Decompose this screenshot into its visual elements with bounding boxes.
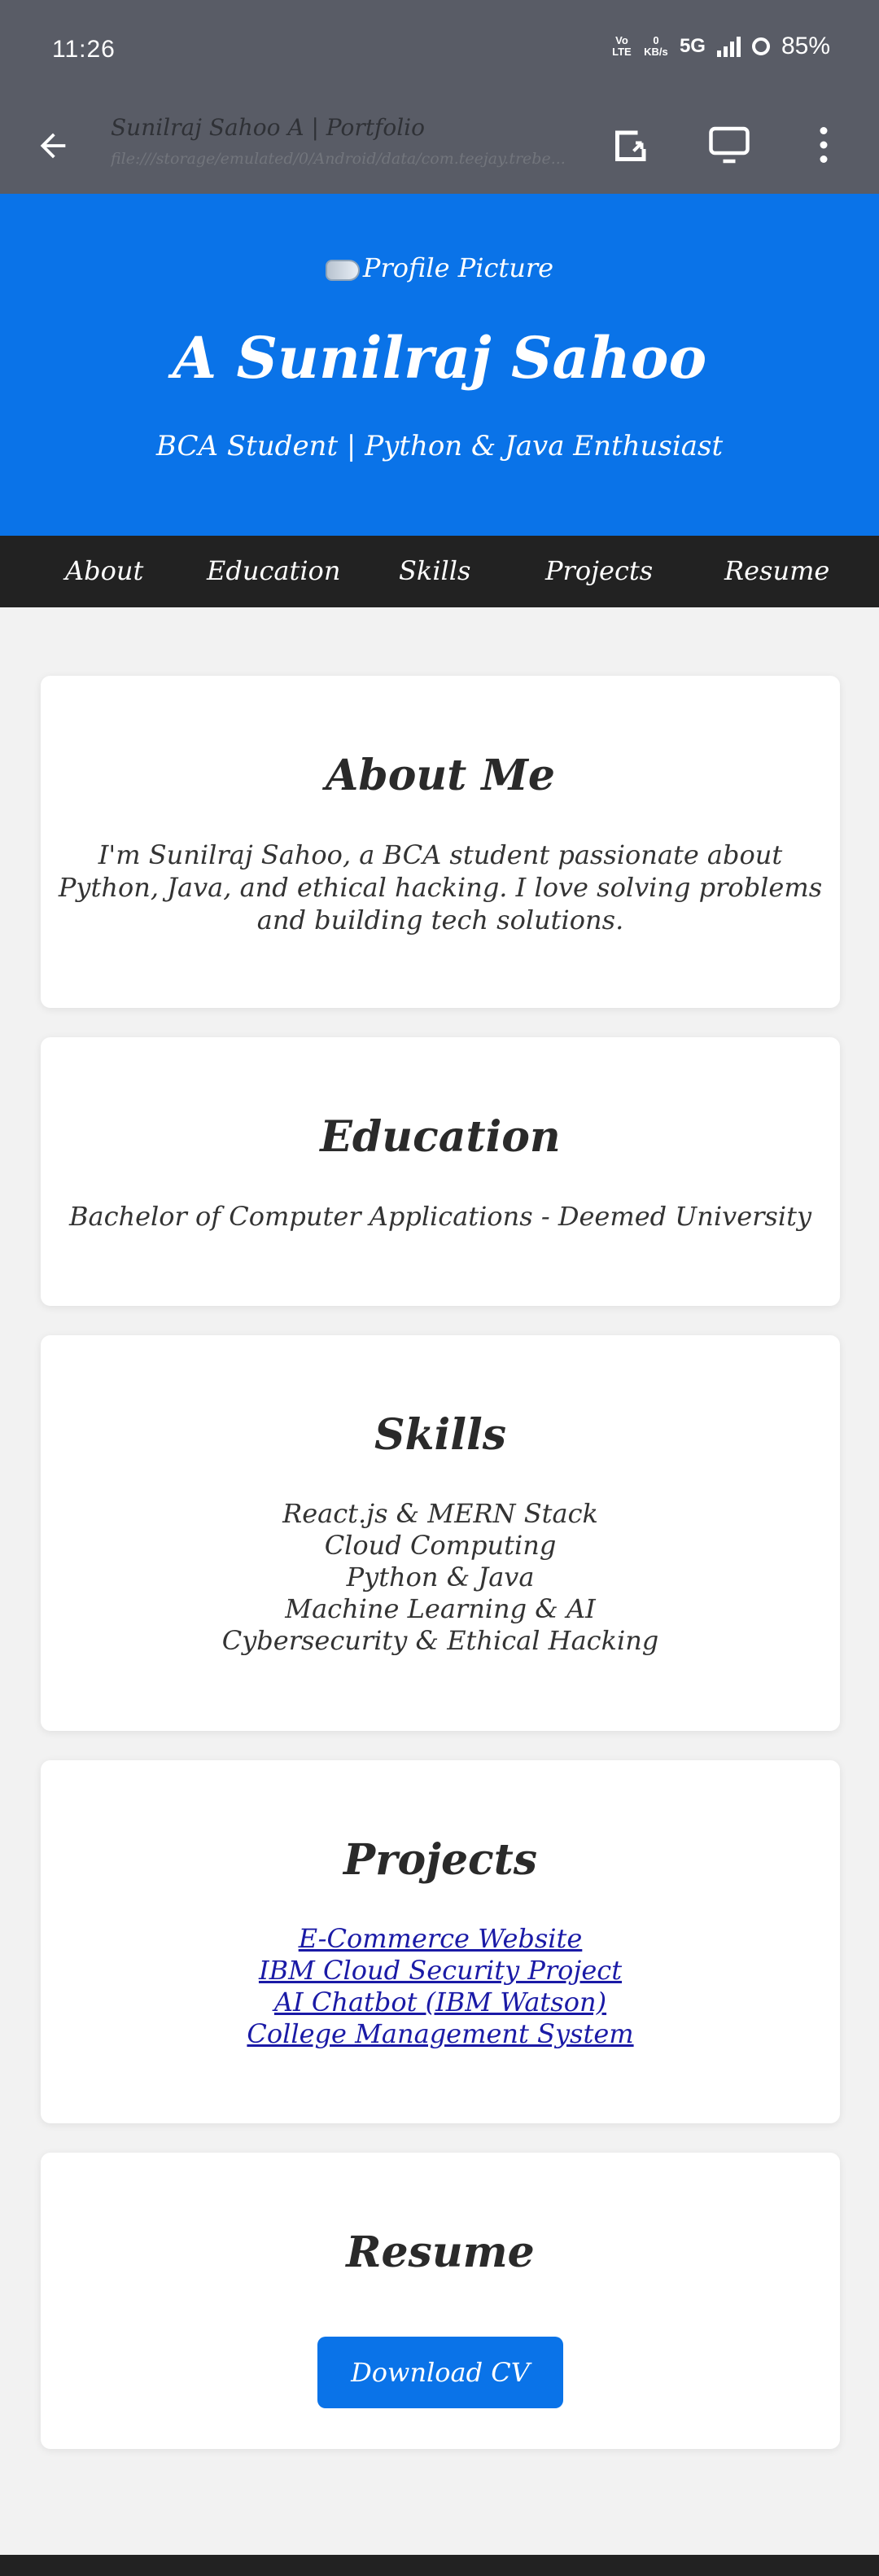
desktop-view-icon[interactable] [705, 120, 754, 169]
hero-header: Profile Picture A Sunilraj Sahoo BCA Stu… [0, 194, 879, 536]
status-time: 11:26 [52, 36, 116, 63]
signal-icon [716, 36, 741, 57]
network-type: 5G [679, 35, 706, 57]
resume-heading: Resume [346, 2228, 535, 2277]
education-text: Bachelor of Computer Applications - Deem… [68, 1201, 812, 1232]
browser-toolbar: Sunilraj Sahoo A | Portfolio file:///sto… [0, 98, 879, 194]
education-section: Education Bachelor of Computer Applicati… [41, 1037, 840, 1306]
volte-indicator: Vo LTE [612, 34, 632, 58]
projects-list: E-Commerce Website IBM Cloud Security Pr… [41, 1923, 840, 2050]
education-heading: Education [320, 1112, 561, 1162]
skill-item: React.js & MERN Stack [282, 1498, 598, 1529]
nav-bar: About Education Skills Projects Resume [0, 536, 879, 607]
skill-item: Cloud Computing [324, 1530, 557, 1561]
battery-level: 85% [781, 33, 830, 59]
nav-skills[interactable]: Skills [399, 555, 470, 586]
about-heading: About Me [326, 751, 555, 800]
footer [0, 2555, 879, 2576]
project-link[interactable]: College Management System [41, 2018, 840, 2050]
status-bar: 11:26 Vo LTE 0 KB/s 5G 85% [0, 0, 879, 98]
about-text-line-2: Python, Java, and ethical hacking. I lov… [58, 872, 823, 903]
project-link[interactable]: IBM Cloud Security Project [41, 1955, 840, 1987]
projects-heading: Projects [343, 1835, 538, 1885]
skill-item: Python & Java [346, 1562, 535, 1592]
status-indicators: Vo LTE 0 KB/s 5G 85% [611, 33, 830, 60]
page-title: Sunilraj Sahoo A | Portfolio [111, 114, 425, 141]
about-section: About Me I'm Sunilraj Sahoo, a BCA stude… [41, 676, 840, 1008]
skill-item: Cybersecurity & Ethical Hacking [221, 1625, 659, 1656]
profile-picture: Profile Picture [0, 252, 879, 283]
projects-section: Projects E-Commerce Website IBM Cloud Se… [41, 1760, 840, 2123]
skills-list: React.js & MERN Stack Cloud Computing Py… [41, 1498, 840, 1657]
profile-picture-alt: Profile Picture [362, 252, 554, 283]
nav-about[interactable]: About [65, 555, 143, 586]
nav-resume[interactable]: Resume [724, 555, 829, 586]
page-url: file:///storage/emulated/0/Android/data/… [111, 150, 566, 168]
battery-icon [751, 37, 770, 55]
more-options-icon[interactable] [799, 120, 848, 169]
open-in-icon[interactable] [607, 120, 656, 169]
back-arrow-icon[interactable] [34, 127, 72, 164]
data-rate-indicator: 0 KB/s [644, 34, 668, 58]
skill-item: Machine Learning & AI [285, 1593, 596, 1624]
nav-projects[interactable]: Projects [545, 555, 653, 586]
broken-image-icon [325, 259, 360, 281]
about-text-line-1: I'm Sunilraj Sahoo, a BCA student passio… [98, 839, 783, 870]
project-link[interactable]: E-Commerce Website [41, 1923, 840, 1955]
nav-education[interactable]: Education [207, 555, 340, 586]
project-link[interactable]: AI Chatbot (IBM Watson) [41, 1987, 840, 2018]
download-cv-button[interactable]: Download CV [317, 2337, 563, 2408]
about-text-line-3: and building tech solutions. [256, 905, 624, 935]
skills-section: Skills React.js & MERN Stack Cloud Compu… [41, 1335, 840, 1731]
profile-tagline: BCA Student | Python & Java Enthusiast [155, 430, 724, 462]
profile-name: A Sunilraj Sahoo [172, 324, 707, 392]
skills-heading: Skills [374, 1410, 507, 1460]
resume-section: Resume Download CV [41, 2153, 840, 2449]
